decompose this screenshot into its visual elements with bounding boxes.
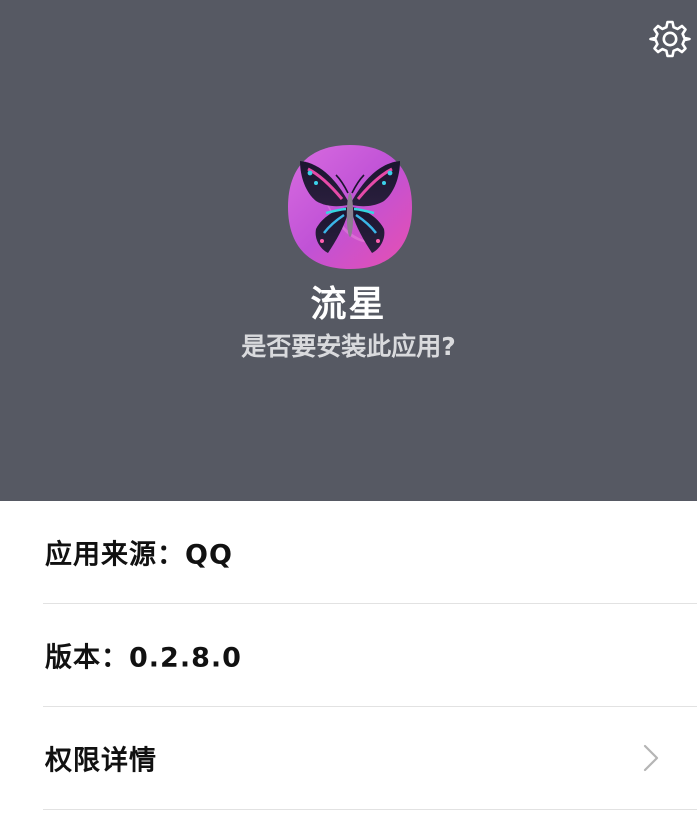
app-source-row: 应用来源：QQ (43, 501, 697, 604)
app-source-label: 应用来源： (45, 539, 185, 571)
permissions-detail-label: 权限详情 (45, 745, 157, 777)
settings-button[interactable] (648, 17, 692, 61)
chevron-right-icon (643, 744, 659, 772)
app-info-list: 应用来源：QQ 版本：0.2.8.0 权限详情 (0, 501, 697, 810)
version-row: 版本：0.2.8.0 (43, 604, 697, 707)
version-value: 0.2.8.0 (129, 642, 242, 674)
app-source-value: QQ (185, 539, 233, 571)
version-label: 版本： (45, 642, 129, 674)
install-prompt: 是否要安装此应用? (241, 332, 456, 361)
app-name: 流星 (310, 284, 387, 325)
permissions-detail-row[interactable]: 权限详情 (43, 707, 697, 810)
install-screen: 流星 是否要安装此应用? 应用来源：QQ 版本：0.2.8.0 权限详情 (0, 0, 697, 819)
app-source-text: 应用来源：QQ (45, 533, 233, 572)
version-text: 版本：0.2.8.0 (45, 636, 242, 675)
gear-icon (649, 20, 691, 58)
app-header: 流星 是否要安装此应用? (0, 0, 697, 501)
butterfly-app-icon (286, 143, 414, 271)
